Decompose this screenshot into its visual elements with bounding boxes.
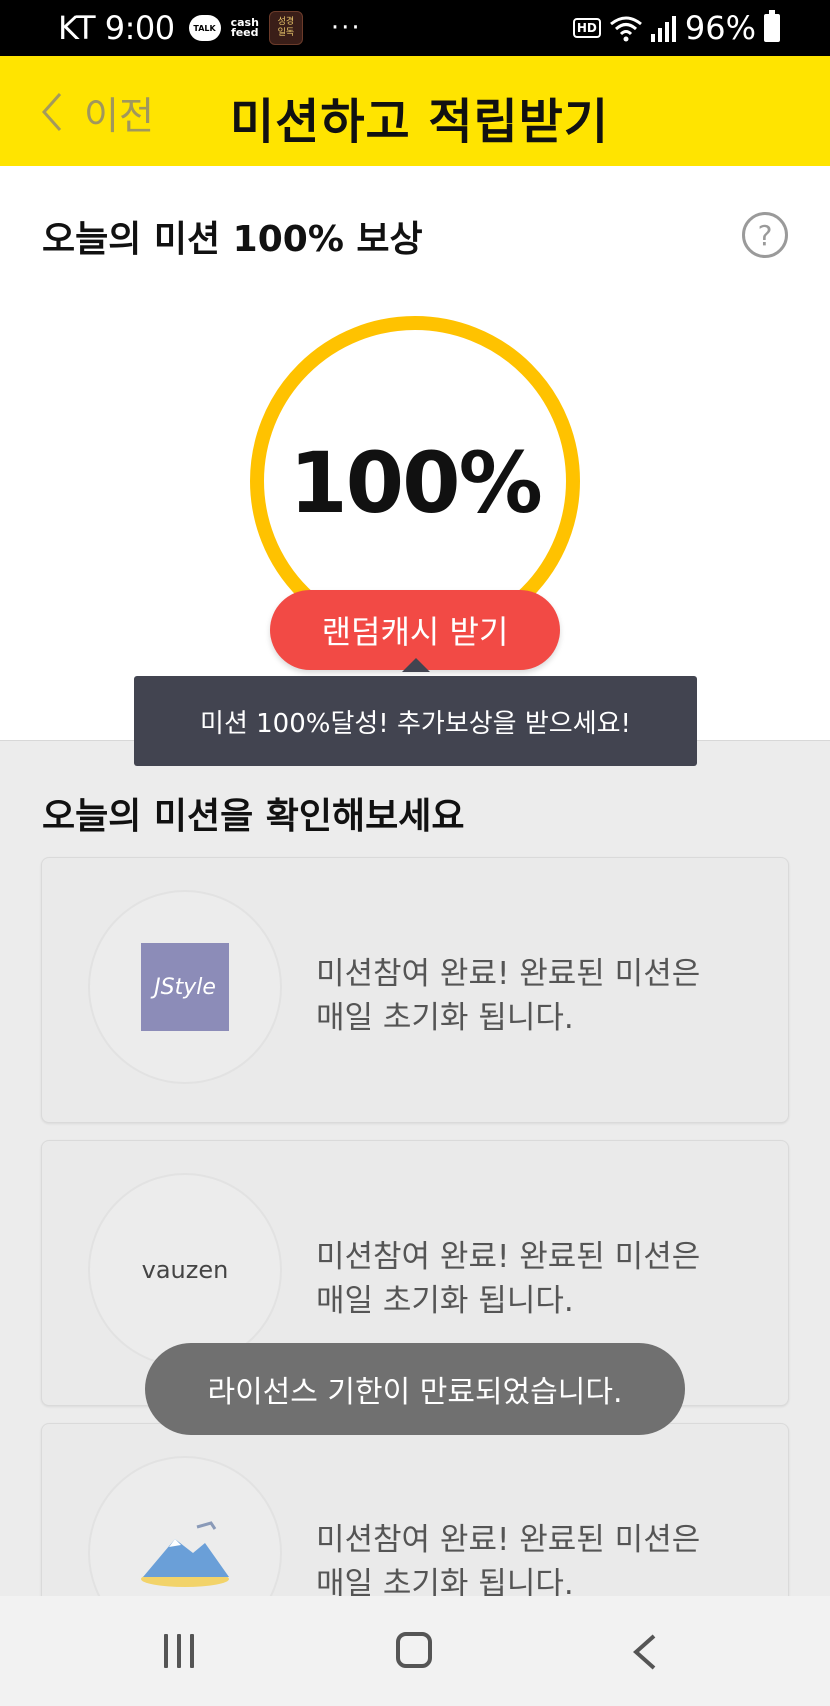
back-button[interactable]: 이전 <box>40 84 154 140</box>
mission-message: 미션참여 완료! 완료된 미션은 매일 초기화 됩니다. <box>316 1235 700 1323</box>
reward-section: 오늘의 미션 100% 보상 ? 100% 랜덤캐시 받기 <box>0 166 830 740</box>
cashfeed-icon: cash feed <box>230 17 259 39</box>
tooltip-arrow <box>402 658 430 672</box>
back-label: 이전 <box>84 93 154 138</box>
cashfeed-line2: feed <box>230 26 259 39</box>
mission-message-line2: 매일 초기화 됩니다. <box>316 1000 574 1036</box>
app-header: 이전 미션하고 적립받기 <box>0 56 830 166</box>
mission-logo-circle: vauzen <box>88 1173 282 1367</box>
chevron-left-icon <box>41 93 62 131</box>
missions-section: 오늘의 미션을 확인해보세요 JStyle 미션참여 완료! 완료된 미션은 매… <box>0 740 830 1596</box>
mission-card[interactable]: JStyle 미션참여 완료! 완료된 미션은 매일 초기화 됩니다. <box>41 857 789 1123</box>
more-notifications-icon: ··· <box>330 13 362 43</box>
jstyle-logo: JStyle <box>141 943 229 1031</box>
home-button[interactable] <box>396 1632 432 1668</box>
recents-button[interactable] <box>164 1634 194 1668</box>
missions-title: 오늘의 미션을 확인해보세요 <box>42 796 465 837</box>
mission-logo-circle: JStyle <box>88 890 282 1084</box>
bible-app-line1: 성경 <box>277 17 295 27</box>
toast-message: 라이선스 기한이 만료되었습니다. <box>145 1343 685 1435</box>
mountain-logo-icon <box>141 1521 229 1587</box>
help-icon[interactable]: ? <box>742 212 788 258</box>
status-bar: KT 9:00 TALK cash feed 성경 일독 ··· HD 96% <box>0 0 830 56</box>
bible-app-line2: 일독 <box>277 28 295 38</box>
kakaotalk-icon: TALK <box>188 15 221 41</box>
mission-logo-circle <box>88 1456 282 1596</box>
vauzen-logo: vauzen <box>141 1256 229 1284</box>
recents-icon-bar <box>190 1634 194 1668</box>
mission-message: 미션참여 완료! 완료된 미션은 매일 초기화 됩니다. <box>316 1518 700 1596</box>
carrier-time: KT 9:00 <box>58 9 175 47</box>
bible-app-icon: 성경 일독 <box>268 11 303 45</box>
mission-message-line2: 매일 초기화 됩니다. <box>316 1566 574 1596</box>
system-nav-bar <box>0 1596 830 1706</box>
recents-icon-bar <box>177 1634 181 1668</box>
reward-title: 오늘의 미션 100% 보상 <box>42 219 423 260</box>
system-back-icon[interactable] <box>630 1632 660 1672</box>
mission-message-line1: 미션참여 완료! 완료된 미션은 <box>316 1239 701 1275</box>
progress-percent: 100% <box>289 434 543 532</box>
mission-card[interactable]: 미션참여 완료! 완료된 미션은 매일 초기화 됩니다. <box>41 1423 789 1596</box>
mission-message-line1: 미션참여 완료! 완료된 미션은 <box>316 956 701 992</box>
hd-voice-icon: HD <box>572 18 601 38</box>
signal-icon <box>650 16 676 42</box>
battery-percent: 96% <box>684 9 756 47</box>
reward-tooltip: 미션 100%달성! 추가보상을 받으세요! <box>134 676 697 766</box>
mission-message: 미션참여 완료! 완료된 미션은 매일 초기화 됩니다. <box>316 952 700 1040</box>
recents-icon-bar <box>164 1634 168 1668</box>
mission-message-line1: 미션참여 완료! 완료된 미션은 <box>316 1522 701 1558</box>
wifi-icon <box>609 16 642 42</box>
mission-message-line2: 매일 초기화 됩니다. <box>316 1283 574 1319</box>
page-title: 미션하고 적립받기 <box>230 94 609 150</box>
battery-icon <box>764 10 780 42</box>
